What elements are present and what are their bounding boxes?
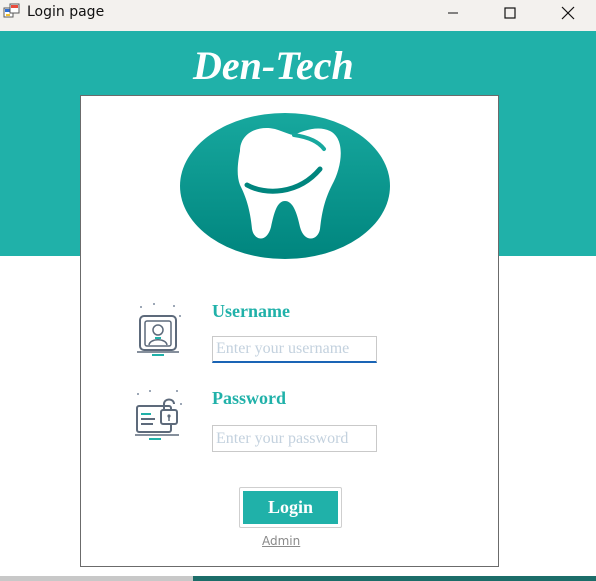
minimize-icon xyxy=(448,12,458,14)
brand-title: Den-Tech xyxy=(193,43,354,88)
username-label: Username xyxy=(212,301,290,321)
title-bar: Login page xyxy=(0,0,596,31)
window-title: Login page xyxy=(27,4,105,20)
username-input[interactable] xyxy=(212,336,377,363)
login-card: Username Password Login Admin xyxy=(80,95,499,567)
minimize-button[interactable] xyxy=(430,0,476,26)
app-icon xyxy=(3,3,20,18)
tooth-icon xyxy=(180,113,390,259)
maximize-button[interactable] xyxy=(487,0,533,26)
bottom-strip-left xyxy=(0,576,193,581)
user-profile-icon xyxy=(137,303,181,356)
login-button-label: Login xyxy=(243,491,338,524)
password-input[interactable] xyxy=(212,425,377,452)
bottom-strip-right xyxy=(193,576,596,581)
maximize-icon xyxy=(504,7,516,19)
password-label: Password xyxy=(212,388,287,408)
close-button[interactable] xyxy=(545,0,591,26)
admin-link[interactable]: Admin xyxy=(262,534,300,548)
close-icon xyxy=(561,6,575,20)
lock-icon xyxy=(135,390,182,440)
login-button[interactable]: Login xyxy=(239,487,342,528)
